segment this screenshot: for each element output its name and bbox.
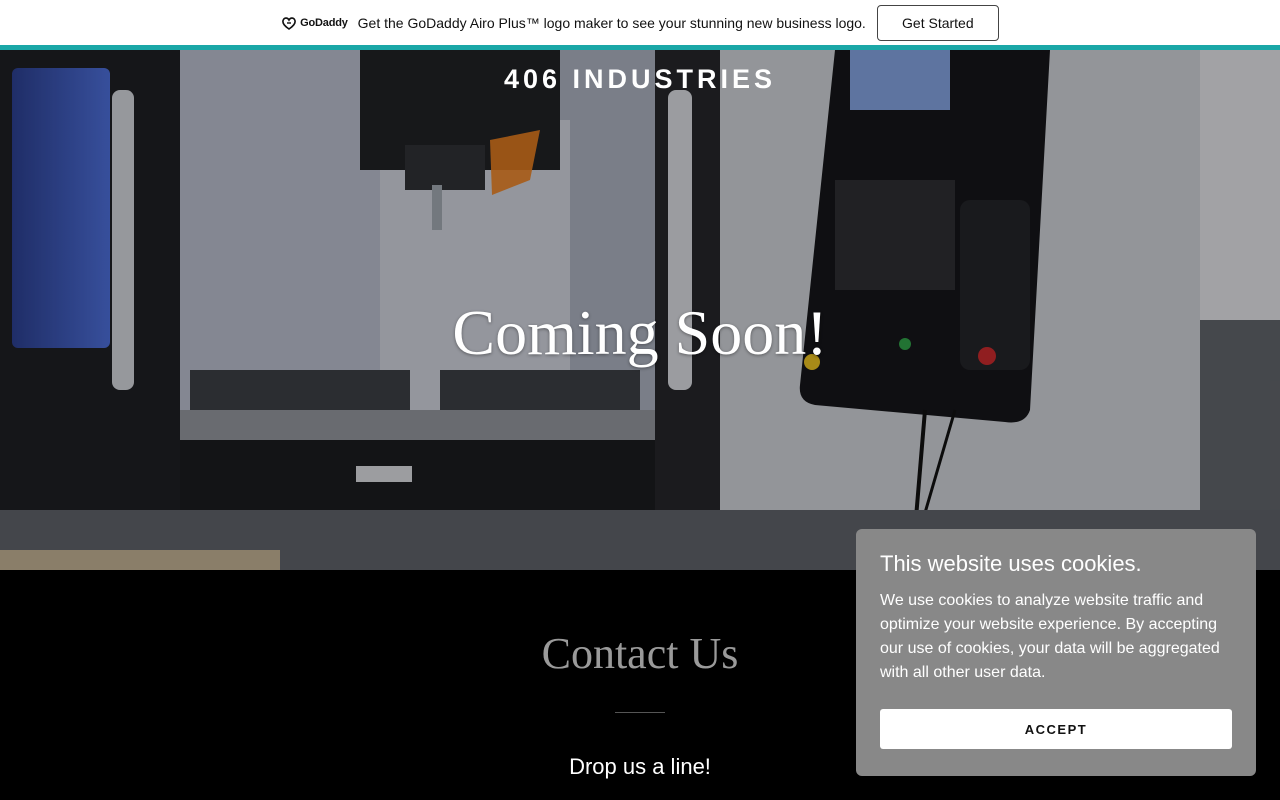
godaddy-logo-text: GoDaddy	[300, 16, 348, 29]
site-brand[interactable]: 406 INDUSTRIES	[0, 64, 1280, 95]
accept-cookies-button[interactable]: ACCEPT	[880, 709, 1232, 749]
hero-section: 406 INDUSTRIES Coming Soon!	[0, 50, 1280, 570]
cookie-banner: This website uses cookies. We use cookie…	[856, 529, 1256, 776]
cookie-body: We use cookies to analyze website traffi…	[880, 592, 1220, 681]
godaddy-logo-icon	[282, 16, 297, 30]
hero-headline: Coming Soon!	[452, 297, 828, 368]
promo-banner: GoDaddy Get the GoDaddy Airo Plus™ logo …	[0, 0, 1280, 50]
get-started-button[interactable]: Get Started	[876, 4, 999, 41]
godaddy-logo[interactable]: GoDaddy	[281, 16, 348, 30]
cookie-title: This website uses cookies.	[880, 551, 1142, 576]
promo-message: Get the GoDaddy Airo Plus™ logo maker to…	[357, 14, 866, 31]
section-divider	[615, 712, 665, 713]
